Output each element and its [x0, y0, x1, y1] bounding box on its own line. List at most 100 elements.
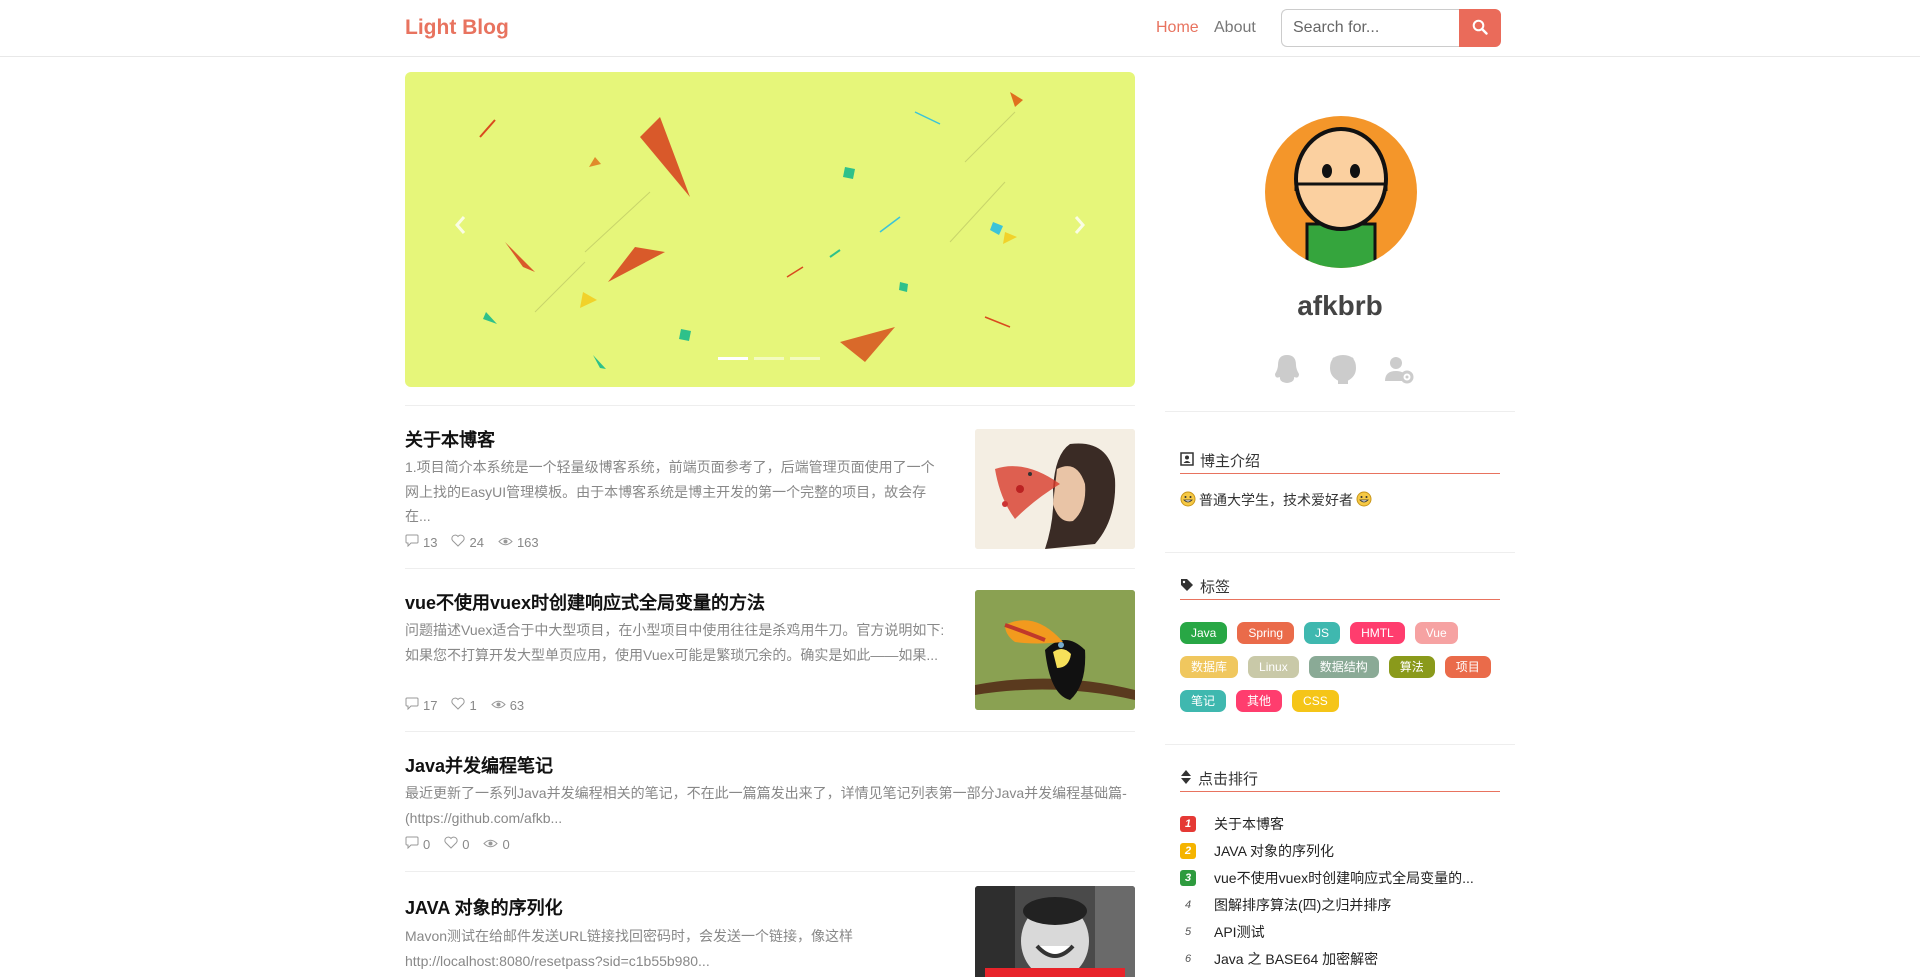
ranking-item[interactable]: 6 Java 之 BASE64 加密解密 [1180, 945, 1510, 972]
ranking-item[interactable]: 2 JAVA 对象的序列化 [1180, 837, 1510, 864]
ranking-item-title: 图解排序算法(四)之归并排序 [1214, 896, 1392, 913]
ranking-item[interactable]: 1 关于本博客 [1180, 810, 1510, 837]
like-count: 24 [469, 534, 484, 550]
tags-icon [1180, 578, 1194, 596]
tag-item[interactable]: 笔记 [1180, 690, 1227, 712]
article-thumbnail[interactable] [975, 590, 1135, 710]
ranking-item-title: Java 之 BASE64 加密解密 [1214, 950, 1379, 967]
brand-logo[interactable]: Light Blog [405, 16, 509, 40]
tag-item[interactable]: CSS [1292, 690, 1339, 712]
article-meta: 17 1 63 [405, 697, 524, 713]
top-navbar: Light Blog Home About [0, 0, 1920, 57]
nav-link-home[interactable]: Home [1156, 19, 1199, 37]
search-button[interactable] [1459, 9, 1501, 47]
article-summary: 最近更新了一系列Java并发编程相关的笔记，不在此一篇篇发出来了，详情见笔记列表… [405, 785, 1127, 826]
view-count: 163 [516, 534, 539, 550]
comment-count: 0 [423, 836, 431, 852]
comment-icon [405, 697, 419, 713]
tag-item[interactable]: JS [1304, 622, 1341, 644]
article-title[interactable]: Java并发编程笔记 [405, 752, 553, 778]
tag-item[interactable]: Java [1180, 622, 1228, 644]
rank-number: 3 [1180, 869, 1196, 886]
eye-icon [498, 535, 513, 550]
carousel-next-button[interactable] [1060, 207, 1100, 247]
comment-count: 13 [423, 534, 438, 550]
comment-count: 17 [423, 697, 438, 713]
ranking-item-title: JAVA 对象的序列化 [1214, 842, 1335, 859]
profile-username: afkbrb [1297, 290, 1383, 321]
about-bio: 普通大学生，技术爱好者 [1180, 490, 1372, 510]
tag-item[interactable]: 数据结构 [1308, 656, 1379, 678]
article-thumbnail[interactable] [975, 886, 1135, 977]
article-item: 关于本博客 1.项目简介本系统是一个轻量级博客系统，前端页面参考了，后端管理页面… [405, 405, 1135, 568]
article-summary: 问题描述Vuex适合于中大型项目，在小型项目中使用往往是杀鸡用牛刀。官方说明如下… [405, 622, 945, 663]
about-bio-text: 普通大学生，技术爱好者 [1199, 492, 1353, 508]
article-title[interactable]: JAVA 对象的序列化 [405, 894, 563, 920]
view-count: 63 [509, 697, 525, 713]
ranking-heading: 点击排行 [1180, 766, 1500, 792]
heart-icon [451, 697, 466, 713]
tag-item[interactable]: 其他 [1236, 690, 1283, 712]
article-title[interactable]: 关于本博客 [405, 426, 495, 452]
heart-icon [444, 836, 458, 852]
article-summary: 1.项目简介本系统是一个轻量级博客系统，前端页面参考了，后端管理页面使用了一个网… [405, 459, 935, 524]
comment-icon [405, 534, 419, 550]
ranking-item[interactable]: 3 vue不使用vuex时创建响应式全局变量的... [1180, 864, 1510, 891]
ranking-item[interactable]: 4 图解排序算法(四)之归并排序 [1180, 891, 1510, 918]
tags-heading-text: 标签 [1200, 579, 1231, 596]
rank-number: 1 [1180, 815, 1196, 832]
search-icon [1472, 19, 1488, 38]
article-item: vue不使用vuex时创建响应式全局变量的方法 问题描述Vuex适合于中大型项目… [405, 568, 1135, 731]
article-item: JAVA 对象的序列化 Mavon测试在给邮件发送URL链接找回密码时，会发送一… [405, 871, 1135, 977]
eye-icon [483, 837, 499, 852]
like-count: 0 [462, 836, 470, 852]
grin-emoji-icon [1180, 491, 1196, 510]
article-summary: Mavon测试在给邮件发送URL链接找回密码时，会发送一个链接，像这样http:… [405, 928, 854, 969]
admin-settings-icon[interactable] [1382, 352, 1416, 386]
tag-item[interactable]: 算法 [1388, 656, 1435, 678]
nav-link-about[interactable]: About [1214, 19, 1256, 37]
article-thumbnail[interactable] [975, 429, 1135, 549]
about-heading: 博主介绍 [1180, 448, 1500, 474]
article-meta: 0 0 0 [405, 836, 510, 852]
ranking-heading-text: 点击排行 [1198, 771, 1259, 788]
ranking-list: 1 关于本博客 2 JAVA 对象的序列化 3 vue不使用vuex时创建响应式全局变量的… [1180, 810, 1510, 972]
carousel-indicator[interactable] [718, 357, 748, 360]
avatar[interactable] [1265, 116, 1417, 268]
eye-icon [490, 698, 506, 713]
heart-icon [451, 534, 466, 550]
tag-cloud: Java Spring JS HMTL Vue 数据库 Linux 数据结构 算法 项目笔记 其他 C… [1180, 622, 1510, 712]
tag-item[interactable]: Linux [1248, 656, 1299, 678]
grin-emoji-icon [1356, 491, 1372, 510]
article-list: 关于本博客 1.项目简介本系统是一个轻量级博客系统，前端页面参考了，后端管理页面… [405, 405, 1135, 977]
rank-number: 5 [1184, 925, 1192, 938]
tag-item[interactable]: 项目 [1444, 656, 1491, 678]
ranking-item[interactable]: 5 API测试 [1180, 918, 1510, 945]
carousel-indicators [718, 357, 820, 360]
rank-number: 2 [1180, 842, 1196, 859]
divider [1165, 744, 1515, 745]
carousel-prev-button[interactable] [440, 207, 480, 247]
social-links [1270, 352, 1416, 386]
article-title[interactable]: vue不使用vuex时创建响应式全局变量的方法 [405, 589, 765, 615]
search-input[interactable] [1281, 9, 1459, 47]
tag-item[interactable]: 数据库 [1180, 656, 1239, 678]
banner-carousel[interactable] [405, 72, 1135, 387]
search-form [1281, 9, 1501, 47]
article-item: Java并发编程笔记 最近更新了一系列Java并发编程相关的笔记，不在此一篇篇发… [405, 731, 1135, 871]
view-count: 0 [502, 836, 510, 852]
rank-number: 6 [1184, 952, 1192, 965]
like-count: 1 [469, 697, 477, 713]
tag-item[interactable]: HMTL [1350, 622, 1405, 644]
rank-number: 4 [1184, 898, 1192, 911]
divider [1165, 552, 1515, 553]
comment-icon [405, 836, 419, 852]
github-icon[interactable] [1326, 352, 1360, 386]
qq-icon[interactable] [1270, 352, 1304, 386]
carousel-indicator[interactable] [754, 357, 784, 360]
about-heading-text: 博主介绍 [1200, 453, 1261, 470]
tag-item[interactable]: Spring [1237, 622, 1295, 644]
ranking-item-title: API测试 [1214, 923, 1265, 940]
carousel-indicator[interactable] [790, 357, 820, 360]
tag-item[interactable]: Vue [1414, 622, 1458, 644]
